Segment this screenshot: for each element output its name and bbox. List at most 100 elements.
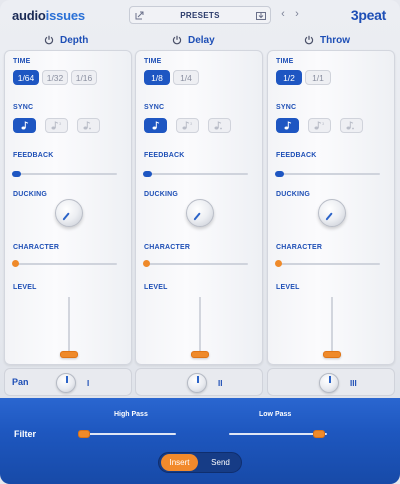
3peat-brand-logo: 3peat — [350, 7, 386, 23]
character-slider-thumb[interactable] — [143, 260, 150, 267]
level-slider-thumb[interactable] — [60, 351, 78, 358]
level-slider[interactable] — [68, 297, 70, 355]
time-option-1-2[interactable]: 1/2 — [276, 70, 302, 85]
character-slider-thumb[interactable] — [12, 260, 19, 267]
sync-triplet-button[interactable]: 3 — [45, 118, 68, 133]
character-slider[interactable] — [12, 260, 117, 267]
high-pass-label: High Pass — [114, 411, 148, 418]
power-icon[interactable] — [304, 35, 314, 45]
time-option-1-8[interactable]: 1/8 — [144, 70, 170, 85]
presets-dropdown[interactable]: PRESETS — [129, 6, 271, 24]
time-label: TIME — [276, 58, 294, 65]
sync-triplet-button[interactable]: 3 — [176, 118, 199, 133]
character-slider[interactable] — [275, 260, 380, 267]
sync-label: SYNC — [13, 104, 34, 111]
ducking-knob[interactable] — [186, 199, 214, 227]
sync-label: SYNC — [144, 104, 165, 111]
column-header-depth: Depth — [44, 33, 88, 47]
character-slider-thumb[interactable] — [275, 260, 282, 267]
column-title: Delay — [188, 34, 215, 46]
sync-selector: 3 — [276, 118, 363, 133]
character-label: CHARACTER — [144, 244, 191, 251]
pan-number: III — [350, 379, 357, 388]
feedback-label: FEEDBACK — [276, 152, 317, 159]
high-pass-slider[interactable] — [78, 430, 176, 438]
level-slider-thumb[interactable] — [323, 351, 341, 358]
character-slider[interactable] — [143, 260, 248, 267]
note-dotted-icon — [83, 121, 91, 130]
note-triplet-icon: 3 — [182, 121, 193, 130]
panel-depth: TIME 1/64 1/32 1/16 SYNC 3 FEEDBACK DUCK… — [4, 50, 132, 365]
feedback-slider-thumb[interactable] — [275, 171, 284, 177]
note-icon — [284, 121, 291, 130]
insert-send-toggle: Insert Send — [158, 452, 242, 473]
high-pass-slider-thumb[interactable] — [78, 430, 90, 438]
time-label: TIME — [144, 58, 162, 65]
panel-delay: TIME 1/8 1/4 SYNC 3 FEEDBACK DUCKING CHA… — [135, 50, 263, 365]
time-option-1-1[interactable]: 1/1 — [305, 70, 331, 85]
sync-straight-button[interactable] — [276, 118, 299, 133]
low-pass-slider[interactable] — [229, 430, 327, 438]
low-pass-label: Low Pass — [259, 411, 292, 418]
feedback-slider[interactable] — [143, 171, 248, 177]
next-preset-button[interactable]: › — [292, 8, 302, 20]
pan-knob-depth[interactable] — [56, 373, 76, 393]
character-label: CHARACTER — [13, 244, 60, 251]
column-header-throw: Throw — [304, 33, 350, 47]
feedback-slider-thumb[interactable] — [12, 171, 21, 177]
time-option-1-64[interactable]: 1/64 — [13, 70, 39, 85]
time-selector: 1/64 1/32 1/16 — [13, 70, 97, 85]
svg-text:3: 3 — [190, 121, 193, 126]
feedback-slider[interactable] — [275, 171, 380, 177]
character-label: CHARACTER — [276, 244, 323, 251]
time-selector: 1/8 1/4 — [144, 70, 199, 85]
sync-triplet-button[interactable]: 3 — [308, 118, 331, 133]
header: audioissues PRESETS ‹ › 3peat — [0, 0, 400, 30]
feedback-slider-thumb[interactable] — [143, 171, 152, 177]
presets-label: PRESETS — [180, 10, 220, 20]
save-preset-icon[interactable] — [255, 10, 266, 20]
svg-text:3: 3 — [59, 121, 62, 126]
sync-selector: 3 — [144, 118, 231, 133]
ducking-label: DUCKING — [13, 191, 48, 198]
time-label: TIME — [13, 58, 31, 65]
power-icon[interactable] — [172, 35, 182, 45]
filter-label: Filter — [14, 429, 37, 439]
sync-label: SYNC — [276, 104, 297, 111]
ducking-knob[interactable] — [55, 199, 83, 227]
sync-straight-button[interactable] — [13, 118, 36, 133]
ducking-knob[interactable] — [318, 199, 346, 227]
pan-knob-delay[interactable] — [187, 373, 207, 393]
send-option[interactable]: Send — [202, 454, 239, 471]
level-slider-thumb[interactable] — [191, 351, 209, 358]
column-header-delay: Delay — [172, 33, 215, 47]
time-option-1-32[interactable]: 1/32 — [42, 70, 68, 85]
power-icon[interactable] — [44, 35, 54, 45]
sync-straight-button[interactable] — [144, 118, 167, 133]
level-label: LEVEL — [13, 284, 37, 291]
level-slider[interactable] — [199, 297, 201, 355]
insert-option[interactable]: Insert — [161, 454, 198, 471]
sync-dotted-button[interactable] — [77, 118, 100, 133]
prev-preset-button[interactable]: ‹ — [278, 8, 288, 20]
sync-dotted-button[interactable] — [208, 118, 231, 133]
footer-section: High Pass Low Pass Filter Insert Send — [0, 398, 400, 484]
level-label: LEVEL — [144, 284, 168, 291]
time-option-1-4[interactable]: 1/4 — [173, 70, 199, 85]
knob-indicator — [66, 376, 68, 383]
level-slider[interactable] — [331, 297, 333, 355]
time-option-1-16[interactable]: 1/16 — [71, 70, 97, 85]
panel-throw: TIME 1/2 1/1 SYNC 3 FEEDBACK DUCKING CHA… — [267, 50, 395, 365]
svg-text:3: 3 — [322, 121, 325, 126]
note-icon — [21, 121, 28, 130]
plugin-window: audioissues PRESETS ‹ › 3peat Depth Dela… — [0, 0, 400, 484]
low-pass-slider-thumb[interactable] — [313, 430, 325, 438]
ducking-label: DUCKING — [276, 191, 311, 198]
pan-knob-throw[interactable] — [319, 373, 339, 393]
sync-dotted-button[interactable] — [340, 118, 363, 133]
export-preset-icon[interactable] — [134, 10, 145, 20]
feedback-slider[interactable] — [12, 171, 117, 177]
pan-number: II — [218, 379, 223, 388]
note-dotted-icon — [214, 121, 222, 130]
pan-label: Pan — [12, 377, 29, 387]
